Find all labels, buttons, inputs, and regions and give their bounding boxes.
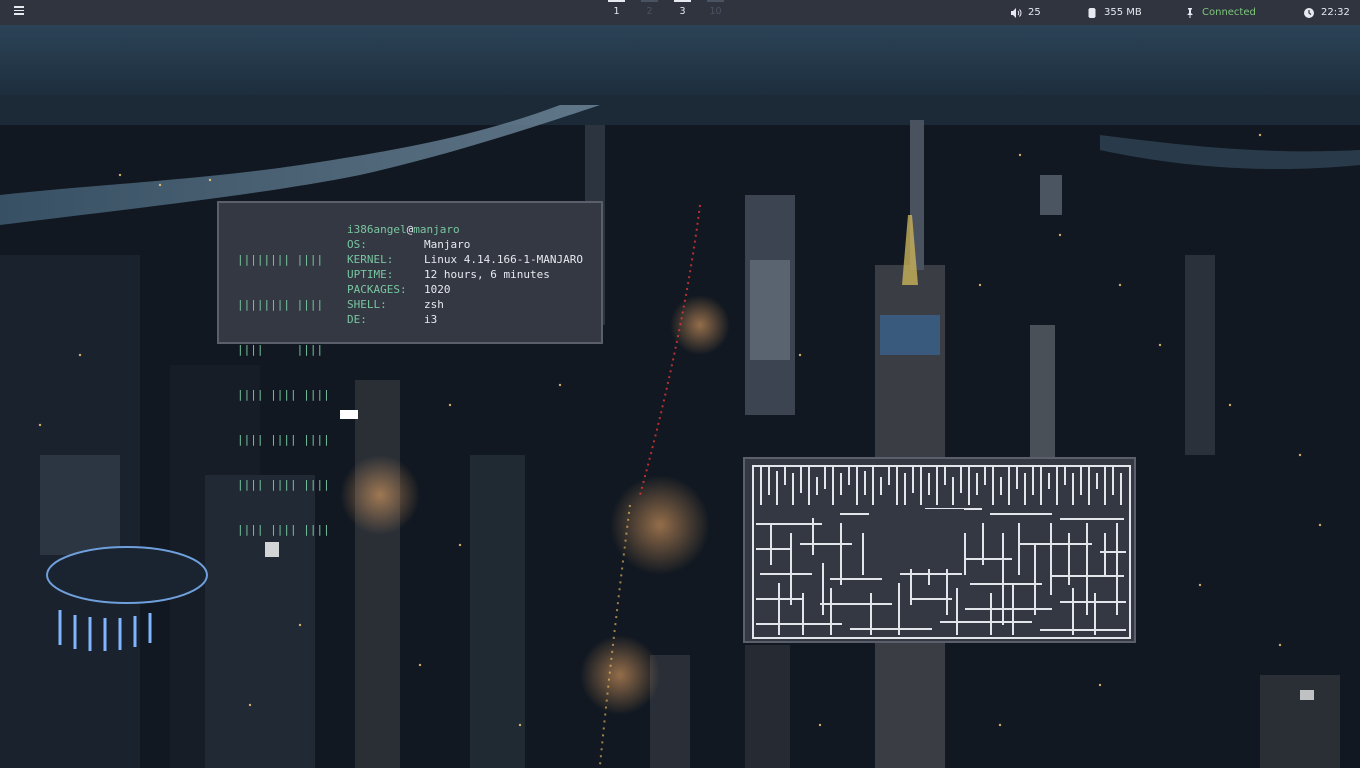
memory-chip-icon: [1086, 7, 1098, 19]
volume-indicator[interactable]: 25: [1010, 0, 1041, 25]
info-row-de: DE: i3: [347, 313, 438, 326]
info-row-os: OS: Manjaro: [347, 238, 471, 251]
workspace-1[interactable]: 1: [600, 0, 633, 25]
clock-time: 22:32: [1321, 7, 1350, 18]
info-row-uptime: UPTIME: 12 hours, 6 minutes: [347, 268, 550, 281]
hamburger-menu-icon[interactable]: [14, 6, 24, 18]
manjaro-logo-ascii: |||||||| |||| |||||||| |||| |||| |||| ||…: [237, 253, 330, 536]
speaker-icon: [1010, 7, 1022, 19]
info-row-kernel: KERNEL: Linux 4.14.166-1-MANJARO: [347, 253, 583, 266]
clock-icon: [1303, 7, 1315, 19]
info-row-shell: SHELL: zsh: [347, 298, 444, 311]
pin-icon: [1184, 7, 1196, 19]
network-status: Connected: [1202, 7, 1256, 18]
city-skyline-image: [0, 25, 1360, 768]
volume-level: 25: [1028, 7, 1041, 18]
workspace-2[interactable]: 2: [633, 0, 666, 25]
network-indicator[interactable]: Connected: [1184, 0, 1256, 25]
workspace-3[interactable]: 3: [666, 0, 699, 25]
desktop-wallpaper: [0, 25, 1360, 768]
clock-indicator[interactable]: 22:32: [1303, 0, 1350, 25]
user-host-line: i386angel @ manjaro: [347, 223, 460, 236]
neofetch-terminal[interactable]: |||||||| |||| |||||||| |||| |||| |||| ||…: [217, 201, 603, 536]
top-bar: 1 2 3 10 25 355 MB Connected 22:32: [0, 0, 1360, 25]
workspace-10[interactable]: 10: [699, 0, 732, 25]
maze-drawing: [752, 465, 1131, 639]
info-row-packages: PACKAGES: 1020: [347, 283, 451, 296]
system-info: i386angel @ manjaro OS: Manjaro KERNEL: Linu…: [347, 222, 583, 327]
memory-usage: 355 MB: [1104, 7, 1142, 18]
workspace-switcher: 1 2 3 10: [600, 0, 732, 25]
memory-indicator[interactable]: 355 MB: [1086, 0, 1142, 25]
maze-terminal[interactable]: [743, 457, 1136, 643]
